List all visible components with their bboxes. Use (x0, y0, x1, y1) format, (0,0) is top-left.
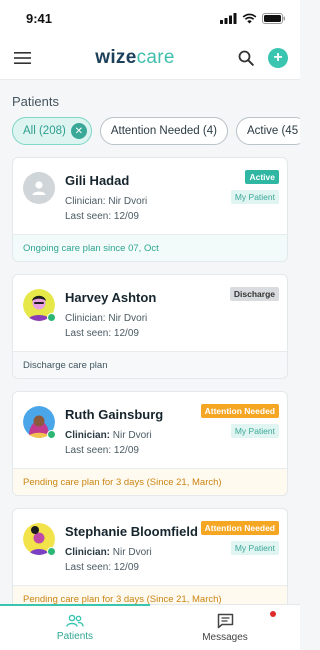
messages-icon (217, 613, 233, 628)
clinician-name: Nir Dvori (112, 430, 152, 441)
nav-label: Messages (202, 631, 248, 643)
clinician-line: Clinician: Nir Dvori (65, 545, 198, 560)
care-plan-status: Ongoing care plan since 07, Oct (13, 234, 287, 261)
plus-circle-icon: + (273, 48, 283, 66)
status-time: 9:41 (26, 10, 53, 26)
nav-tab-messages[interactable]: Messages (150, 605, 300, 650)
filter-chip-label: Active (45 (246, 125, 299, 137)
status-badge: Active (245, 170, 279, 184)
status-badge: Attention Needed (200, 521, 279, 535)
clinician-label: Clinician: (65, 547, 111, 558)
clinician-label: Clinician: (65, 196, 106, 207)
filter-chip-active[interactable]: Active (45 (235, 117, 300, 145)
my-patient-badge: My Patient (230, 190, 279, 204)
bottom-nav: Patients Messages (0, 604, 300, 650)
clinician-name: Nir Dvori (112, 547, 152, 558)
patient-card[interactable]: Ruth Gainsburg Clinician: Nir Dvori Last… (12, 391, 288, 496)
patient-name: Harvey Ashton (65, 290, 157, 305)
logo-text-care: care (136, 46, 175, 68)
care-plan-status: Pending care plan for 3 days (Since 21, … (13, 468, 287, 495)
search-icon[interactable] (238, 50, 254, 66)
avatar (23, 172, 55, 204)
online-indicator (47, 313, 56, 322)
patient-name: Stephanie Bloomfield (65, 524, 198, 539)
wifi-icon (242, 13, 257, 23)
patients-icon (66, 614, 84, 627)
clinician-label: Clinician: (65, 313, 106, 324)
patient-name: Gili Hadad (65, 173, 130, 188)
clinician-line: Clinician: Nir Dvori (65, 428, 163, 443)
patient-card[interactable]: Stephanie Bloomfield Clinician: Nir Dvor… (12, 508, 288, 613)
status-icons (220, 12, 286, 24)
cellular-signal-icon (220, 12, 237, 24)
clear-filter-icon[interactable]: ✕ (70, 123, 87, 139)
clinician-label: Clinician: (65, 430, 111, 441)
app-actions: + (238, 47, 288, 68)
clinician-name: Nir Dvori (108, 313, 148, 324)
patient-name: Ruth Gainsburg (65, 407, 164, 422)
last-seen: Last seen: 12/09 (65, 211, 139, 222)
online-indicator (47, 547, 56, 556)
notification-dot (270, 611, 276, 617)
nav-tab-patients[interactable]: Patients (0, 604, 150, 650)
status-badge: Attention Needed (200, 404, 279, 418)
filter-chip-label: Attention Needed (4) (110, 125, 217, 137)
clinician-line: Clinician: Nir Dvori (65, 311, 156, 326)
logo-text-wize: wize (95, 46, 137, 68)
last-seen: Last seen: 12/09 (65, 562, 139, 573)
patient-list: Gili Hadad Clinician: Nir Dvori Last see… (0, 145, 300, 613)
hamburger-menu-icon[interactable] (14, 51, 32, 65)
clinician-line: Clinician: Nir Dvori (65, 194, 147, 209)
online-indicator (47, 430, 56, 439)
nav-label: Patients (56, 630, 94, 642)
filter-chips: All (208) ✕ Attention Needed (4) Active … (0, 117, 300, 145)
my-patient-badge: My Patient (230, 424, 279, 438)
person-placeholder-icon (32, 181, 46, 195)
app-logo: wize care (95, 47, 175, 69)
page-title: Patients (12, 94, 59, 109)
add-patient-button[interactable]: + (268, 47, 288, 68)
last-seen: Last seen: 12/09 (65, 328, 139, 339)
filter-chip-label: All (208) (23, 125, 66, 137)
clinician-name: Nir Dvori (108, 196, 148, 207)
filter-chip-all[interactable]: All (208) ✕ (12, 117, 92, 145)
battery-icon (262, 12, 285, 24)
patient-card[interactable]: Harvey Ashton Clinician: Nir Dvori Last … (12, 274, 288, 379)
patient-card[interactable]: Gili Hadad Clinician: Nir Dvori Last see… (12, 157, 288, 262)
last-seen: Last seen: 12/09 (65, 445, 139, 456)
filter-chip-attention-needed[interactable]: Attention Needed (4) (99, 117, 228, 145)
status-bar: 9:41 (0, 0, 300, 36)
app-bar: wize care + (0, 36, 300, 80)
care-plan-status: Discharge care plan (13, 351, 287, 378)
status-badge: Discharge (229, 287, 279, 301)
my-patient-badge: My Patient (230, 541, 279, 555)
